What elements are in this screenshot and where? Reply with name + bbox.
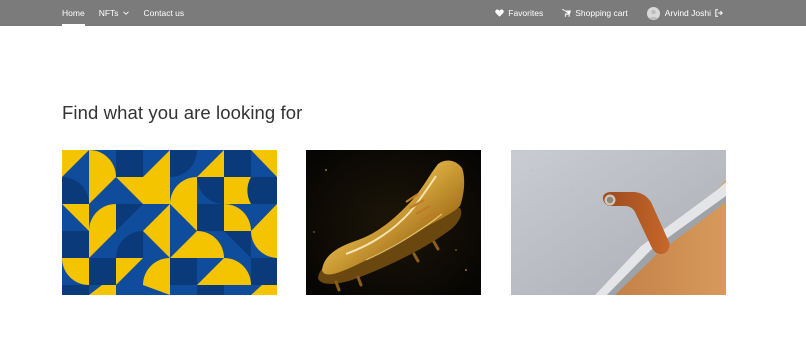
nav-nfts-label: NFTs	[98, 8, 119, 18]
gallery-item-sneaker[interactable]	[306, 150, 481, 295]
nav-home-label: Home	[62, 8, 85, 18]
favorites-link[interactable]: Favorites	[495, 8, 543, 18]
chevron-down-icon	[122, 11, 129, 15]
nav-actions: Favorites Shopping cart Arvind Joshi	[476, 0, 727, 26]
user-icon	[648, 9, 658, 19]
nav-nfts-dropdown[interactable]: NFTs	[99, 0, 130, 26]
heart-icon	[495, 9, 504, 17]
gallery-item-geometric[interactable]	[62, 150, 277, 295]
geometric-pattern-image	[62, 150, 277, 295]
cart-icon	[562, 9, 572, 17]
nav-links: Home NFTs Contact us	[62, 0, 198, 26]
favorites-label: Favorites	[508, 8, 544, 18]
user-name: Arvind Joshi	[664, 8, 711, 18]
logout-icon	[715, 9, 723, 17]
gallery-item-laptop-sleeve[interactable]	[511, 150, 726, 295]
nav-contact-label: Contact us	[143, 8, 185, 18]
top-navbar: Home NFTs Contact us Favorites Shopping …	[0, 0, 806, 26]
shopping-cart-link[interactable]: Shopping cart	[562, 8, 628, 18]
page-heading: Find what you are looking for	[62, 102, 303, 123]
user-menu[interactable]: Arvind Joshi	[646, 6, 727, 20]
golden-sneaker-image	[306, 150, 481, 295]
avatar	[646, 6, 660, 20]
laptop-sleeve-image	[511, 150, 726, 295]
shopping-cart-label: Shopping cart	[575, 8, 628, 18]
nav-home-link[interactable]: Home	[62, 0, 85, 26]
nav-contact-link[interactable]: Contact us	[144, 0, 185, 26]
